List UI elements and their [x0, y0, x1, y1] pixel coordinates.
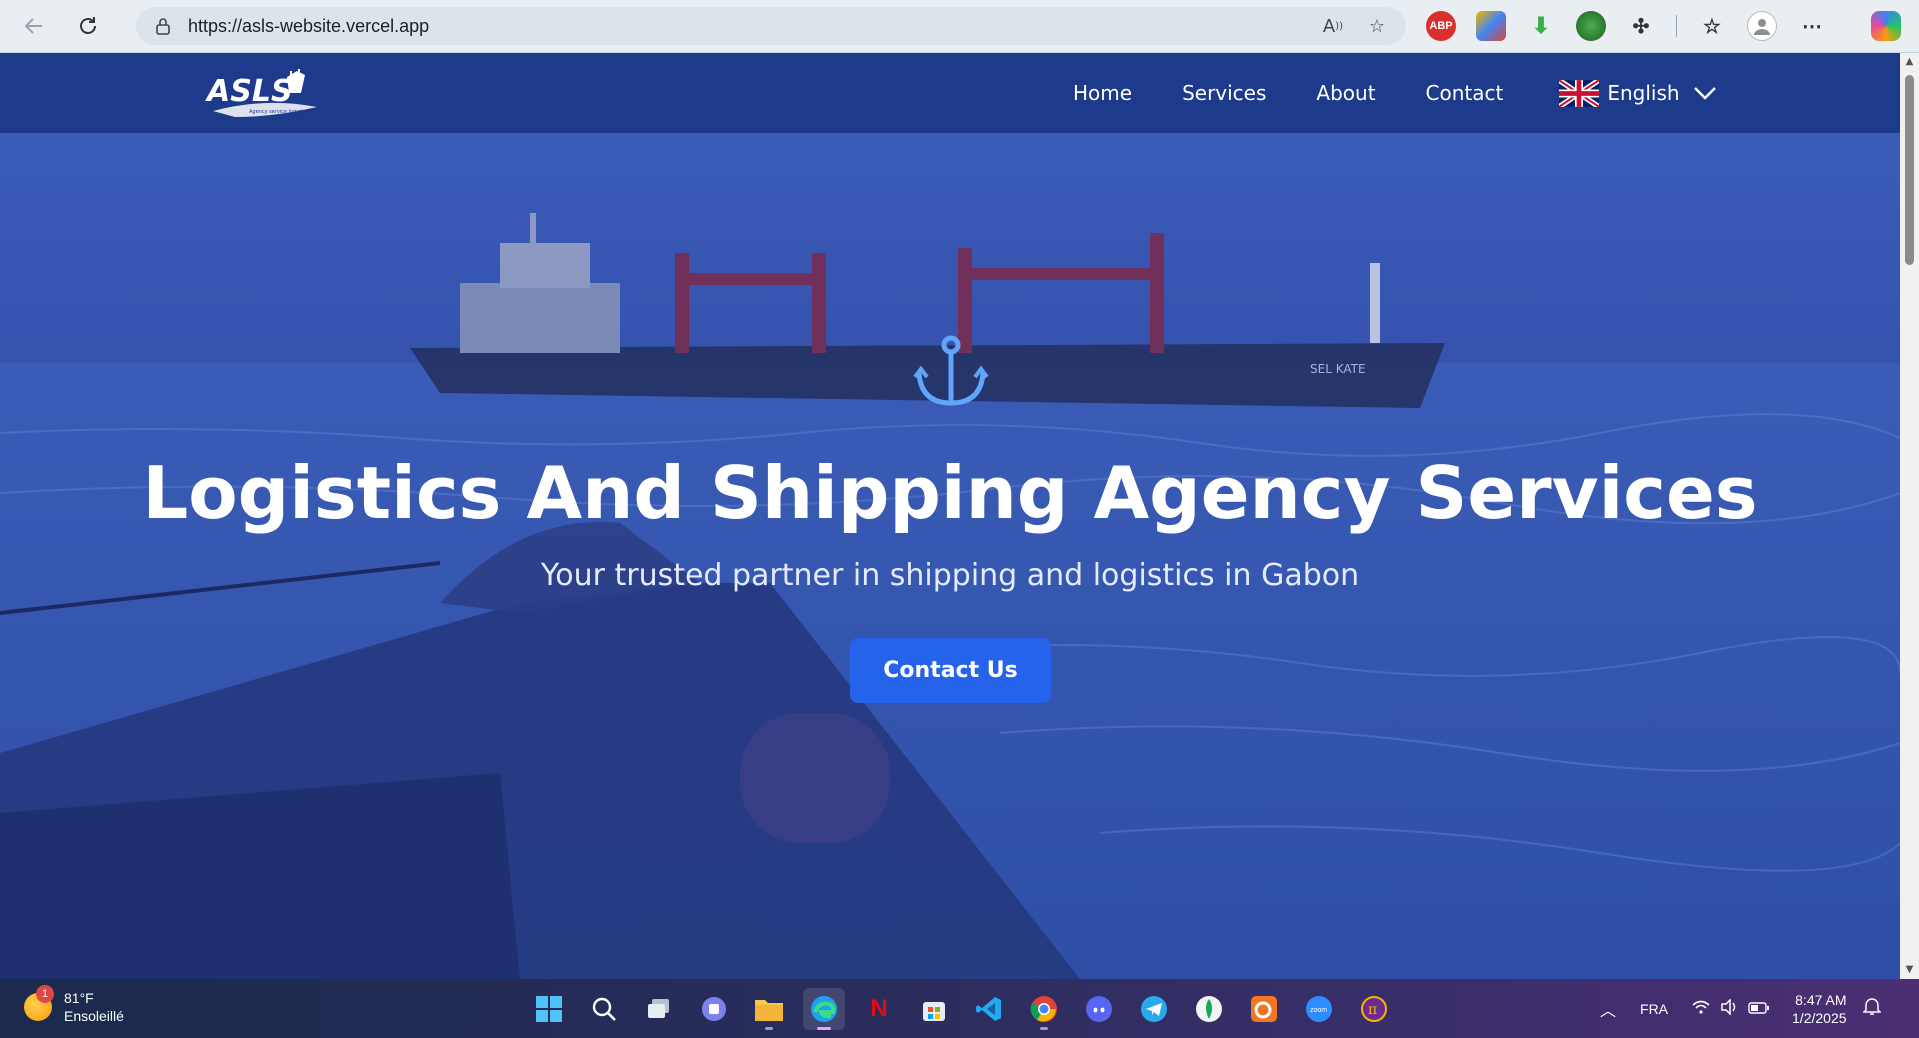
scroll-up-arrow-icon[interactable]: ▲: [1904, 57, 1915, 67]
nav-home-link[interactable]: Home: [1073, 81, 1132, 105]
input-language-indicator[interactable]: FRA: [1640, 1001, 1668, 1017]
reload-icon: [80, 17, 96, 34]
contact-us-button[interactable]: Contact Us: [850, 638, 1051, 703]
uk-flag-icon: [1559, 79, 1600, 107]
store-button[interactable]: [913, 988, 955, 1030]
scroll-thumb[interactable]: [1905, 75, 1914, 265]
discord-icon: [1086, 996, 1112, 1022]
clock-date: 1/2/2025: [1792, 1009, 1847, 1026]
chrome-button[interactable]: [1023, 988, 1065, 1030]
discord-button[interactable]: [1078, 988, 1120, 1030]
weather-description: Ensoleillé: [64, 1008, 124, 1024]
teams-chat-button[interactable]: [693, 988, 735, 1030]
battery-icon[interactable]: [1748, 1001, 1770, 1017]
svg-text:π: π: [1368, 1002, 1377, 1018]
hero-title: Logistics And Shipping Agency Services: [142, 451, 1758, 535]
browser-toolbar: https://asls-website.vercel.app A)) ☆ AB…: [0, 0, 1919, 53]
paint-extension-icon[interactable]: [1476, 11, 1506, 41]
language-selector[interactable]: English: [1559, 79, 1717, 107]
telegram-icon: [1141, 996, 1167, 1022]
weather-widget[interactable]: 1 81°F Ensoleillé: [24, 985, 124, 1025]
language-label: English: [1607, 81, 1680, 105]
zoom-icon: zoom: [1306, 996, 1332, 1022]
windows-taskbar: 1 81°F Ensoleillé N zoom π ︿ FRA 8:47 AM…: [0, 979, 1919, 1038]
adblock-extension-icon[interactable]: ABP: [1426, 11, 1456, 41]
chevron-down-icon: [1693, 87, 1716, 100]
download-extension-icon[interactable]: ⬇: [1526, 11, 1556, 41]
active-indicator: [817, 1027, 831, 1030]
asls-logo[interactable]: ASLS Agency service logistic: [205, 67, 325, 123]
chrome-icon: [1030, 996, 1057, 1022]
weather-temperature: 81°F: [64, 990, 94, 1006]
search-icon: [592, 997, 616, 1021]
read-aloud-icon[interactable]: A)): [1318, 11, 1348, 41]
hero-subtitle: Your trusted partner in shipping and log…: [540, 558, 1360, 593]
store-icon: [923, 1002, 945, 1021]
netflix-button[interactable]: N: [858, 988, 900, 1030]
website-viewport: ASLS Agency service logistic Home Servic…: [0, 53, 1900, 979]
extensions-puzzle-icon[interactable]: ✣: [1626, 11, 1656, 41]
toolbar-divider: [1676, 15, 1677, 37]
crunchyroll-button[interactable]: [1243, 988, 1285, 1030]
crunchyroll-icon: [1251, 996, 1277, 1022]
mongodb-compass-button[interactable]: [1188, 988, 1230, 1030]
teams-icon: [702, 997, 726, 1021]
volume-icon[interactable]: [1720, 998, 1738, 1018]
running-indicator: [765, 1027, 773, 1030]
mongodb-leaf-icon: [1196, 996, 1222, 1022]
netflix-icon: N: [870, 995, 888, 1022]
svg-text:ASLS: ASLS: [205, 74, 293, 109]
windows-logo-icon: [536, 996, 562, 1022]
scroll-down-arrow-icon[interactable]: ▼: [1904, 965, 1915, 975]
system-clock[interactable]: 8:47 AM 1/2/2025: [1792, 991, 1847, 1027]
edge-browser-button[interactable]: [803, 988, 845, 1030]
lock-icon: [156, 18, 170, 35]
pi-network-button[interactable]: π: [1353, 988, 1395, 1030]
show-hidden-icons-chevron-icon[interactable]: ︿: [1600, 997, 1616, 1021]
nav-contact-link[interactable]: Contact: [1426, 81, 1504, 105]
globe-extension-icon[interactable]: [1576, 11, 1606, 41]
notification-bell-icon[interactable]: [1861, 996, 1882, 1021]
svg-text:Agency service logistic: Agency service logistic: [249, 109, 307, 115]
page-scrollbar[interactable]: ▲ ▼: [1900, 53, 1919, 979]
clock-time: 8:47 AM: [1795, 991, 1847, 1008]
hero-section: SEL KATE Logistics And Shipping Agency S…: [0, 133, 1900, 979]
task-view-icon: [648, 999, 669, 1018]
edge-icon: [811, 996, 837, 1022]
reload-button[interactable]: [68, 6, 108, 46]
site-navbar: ASLS Agency service logistic Home Servic…: [0, 53, 1900, 133]
arrow-left-icon: [24, 18, 42, 34]
wifi-icon[interactable]: [1692, 1000, 1710, 1017]
start-button[interactable]: [528, 988, 570, 1030]
anchor-icon: [913, 335, 989, 406]
address-bar[interactable]: https://asls-website.vercel.app A)) ☆: [136, 7, 1406, 45]
file-explorer-button[interactable]: [748, 988, 790, 1030]
task-view-button[interactable]: [638, 988, 680, 1030]
nav-services-link[interactable]: Services: [1182, 81, 1266, 105]
telegram-button[interactable]: [1133, 988, 1175, 1030]
back-button[interactable]: [14, 6, 54, 46]
copilot-icon[interactable]: [1871, 11, 1901, 41]
svg-text:zoom: zoom: [1310, 1007, 1327, 1014]
more-menu-icon[interactable]: ⋯: [1797, 11, 1827, 41]
profile-avatar-icon[interactable]: [1747, 11, 1777, 41]
favorites-icon[interactable]: ☆: [1697, 11, 1727, 41]
url-text: https://asls-website.vercel.app: [188, 15, 430, 36]
pi-network-icon: π: [1361, 996, 1387, 1022]
sun-icon: 1: [24, 985, 54, 1021]
zoom-button[interactable]: zoom: [1298, 988, 1340, 1030]
favorite-star-icon[interactable]: ☆: [1362, 11, 1392, 41]
search-button[interactable]: [583, 988, 625, 1030]
notification-badge: 1: [36, 985, 54, 1003]
folder-icon: [755, 1000, 783, 1021]
vscode-button[interactable]: [968, 988, 1010, 1030]
running-indicator: [1040, 1027, 1048, 1030]
nav-about-link[interactable]: About: [1316, 81, 1375, 105]
vscode-icon: [976, 997, 1001, 1021]
